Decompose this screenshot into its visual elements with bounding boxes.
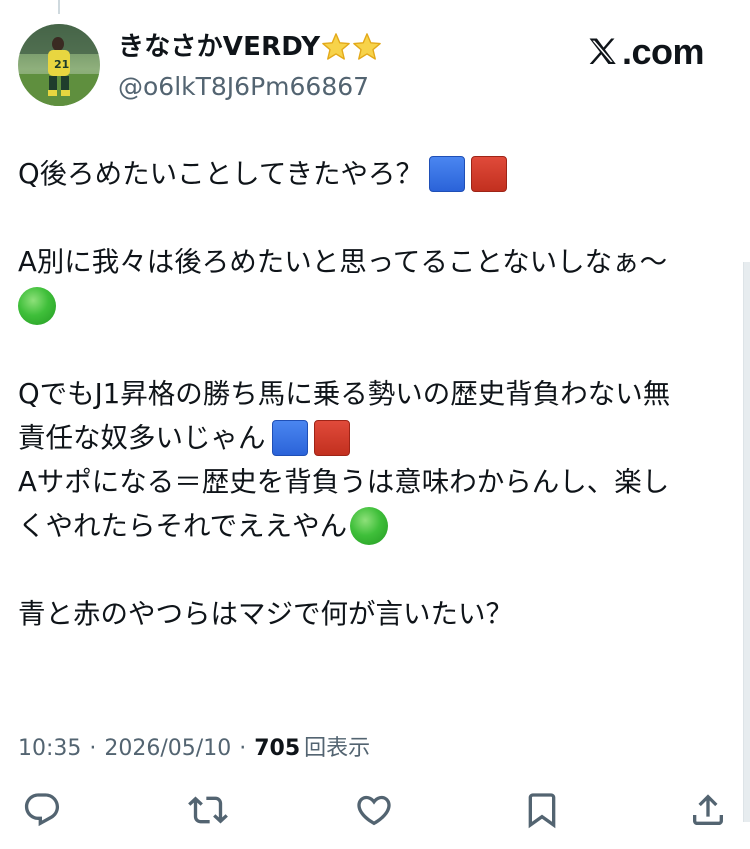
share-icon [693, 794, 723, 825]
avatar-image: 21 [18, 24, 100, 106]
scrollbar[interactable] [743, 262, 750, 822]
tweet-line: A別に我々は後ろめたいと思ってることないしなぁ〜 [18, 240, 734, 284]
retweet-icon [188, 796, 228, 824]
tweet-line: QでもJ1昇格の勝ち馬に乗る勢いの歴史背負わない無 [18, 372, 734, 416]
bookmark-icon [528, 793, 556, 829]
tweet-header: 21 きなさかVERDY @o6lkT8J6Pm66867 .com [18, 24, 732, 114]
share-button[interactable] [686, 788, 730, 832]
user-handle[interactable]: @o6lkT8J6Pm66867 [118, 70, 568, 104]
display-name[interactable]: きなさかVERDY [118, 28, 320, 66]
svg-text:21: 21 [54, 58, 69, 71]
tweet-line-text: Aサポになる＝歴史を背負うは意味わからんし、楽し [18, 466, 670, 498]
meta-separator: · [239, 736, 247, 761]
avatar[interactable]: 21 [18, 24, 100, 106]
tweet-line: Q後ろめたいことしてきたやろ？ [18, 152, 734, 196]
x-com-watermark: .com [586, 30, 705, 74]
tweet-line-text: 青と赤のやつらはマジで何が言いたい？ [18, 598, 513, 630]
tweet-line-text: A別に我々は後ろめたいと思ってることないしなぁ〜 [18, 246, 668, 278]
views-label: 回表示 [304, 736, 371, 761]
tweet-time[interactable]: 10:35 [18, 736, 81, 761]
red-square-emoji [471, 156, 507, 192]
thread-connector-line [58, 0, 60, 14]
views-count: 705 [254, 736, 301, 761]
star-icon [353, 33, 382, 60]
blue-square-emoji [429, 156, 465, 192]
x-logo-icon [589, 38, 616, 65]
action-bar [18, 788, 728, 836]
star-icon [322, 33, 351, 60]
tweet-line: 責任な奴多いじゃん [18, 416, 734, 460]
tweet-line-text: QでもJ1昇格の勝ち馬に乗る勢いの歴史背負わない無 [18, 378, 671, 410]
tweet-line: くやれたらそれでええやん [18, 504, 734, 548]
tweet-text: Q後ろめたいことしてきたやろ？ A別に我々は後ろめたいと思ってることないしなぁ〜… [18, 152, 734, 636]
reply-button[interactable] [20, 788, 64, 832]
author-names: きなさかVERDY @o6lkT8J6Pm66867 [118, 28, 568, 104]
tweet-line: 青と赤のやつらはマジで何が言いたい？ [18, 592, 734, 636]
reply-icon [24, 793, 60, 827]
tweet-date[interactable]: 2026/05/10 [104, 736, 231, 761]
display-name-row[interactable]: きなさかVERDY [118, 28, 568, 66]
like-button[interactable] [352, 788, 396, 832]
retweet-button[interactable] [186, 788, 230, 832]
tweet-line-text: くやれたらそれでええやん [18, 510, 348, 542]
green-circle-emoji [18, 287, 56, 325]
tweet-line-text: Q後ろめたいことしてきたやろ？ [18, 158, 423, 190]
tweet-metadata: 10:35 · 2026/05/10 · 705 回表示 [18, 730, 370, 762]
tweet-line [18, 284, 734, 328]
like-icon [357, 795, 391, 826]
bookmark-button[interactable] [520, 788, 564, 832]
blue-square-emoji [271, 420, 308, 456]
tweet-line: Aサポになる＝歴史を背負うは意味わからんし、楽し [18, 460, 734, 504]
tweet-line-text: 責任な奴多いじゃん [18, 422, 266, 454]
watermark-text: .com [621, 31, 705, 72]
green-circle-emoji [350, 507, 389, 545]
red-square-emoji [313, 420, 350, 456]
meta-separator: · [89, 736, 97, 761]
